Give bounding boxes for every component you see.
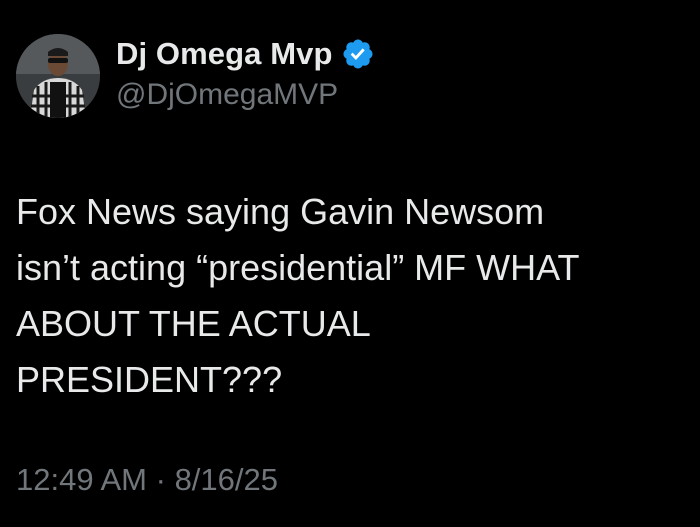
tweet-text-line: PRESIDENT??? xyxy=(16,359,283,400)
avatar[interactable] xyxy=(16,34,100,118)
verified-badge-icon xyxy=(341,37,375,71)
tweet-text: Fox News saying Gavin Newsom isn’t actin… xyxy=(16,184,681,408)
tweet-text-line: ABOUT THE ACTUAL xyxy=(16,303,371,344)
avatar-image xyxy=(16,34,100,118)
author-handle[interactable]: @DjOmegaMVP xyxy=(116,78,338,112)
tweet-text-line: isn’t acting “presidential” MF WHAT xyxy=(16,247,580,288)
author-row: Dj Omega Mvp xyxy=(116,34,375,74)
tweet-timestamp[interactable]: 12:49 AM · 8/16/25 xyxy=(16,462,278,498)
tweet-card: Dj Omega Mvp @DjOmegaMVP Fox News saying… xyxy=(0,0,700,527)
tweet-date: 8/16/25 xyxy=(174,462,278,497)
meta-separator: · xyxy=(155,462,166,497)
tweet-time: 12:49 AM xyxy=(16,462,147,497)
tweet-text-line: Fox News saying Gavin Newsom xyxy=(16,191,545,232)
display-name[interactable]: Dj Omega Mvp xyxy=(116,36,333,72)
